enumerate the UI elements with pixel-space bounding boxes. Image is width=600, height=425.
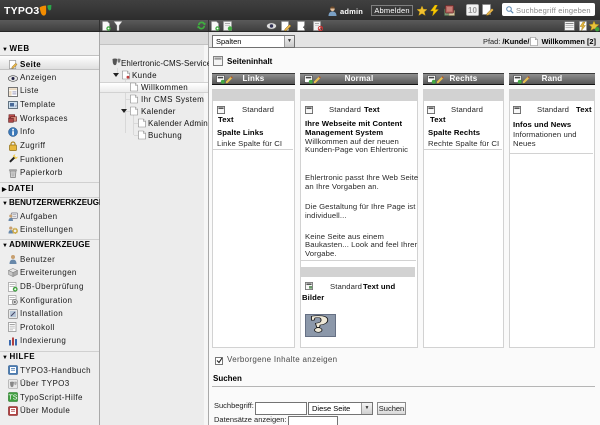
svg-text:10: 10 <box>468 6 477 15</box>
svg-text:?: ? <box>310 312 330 338</box>
svg-text:TS: TS <box>9 395 18 402</box>
